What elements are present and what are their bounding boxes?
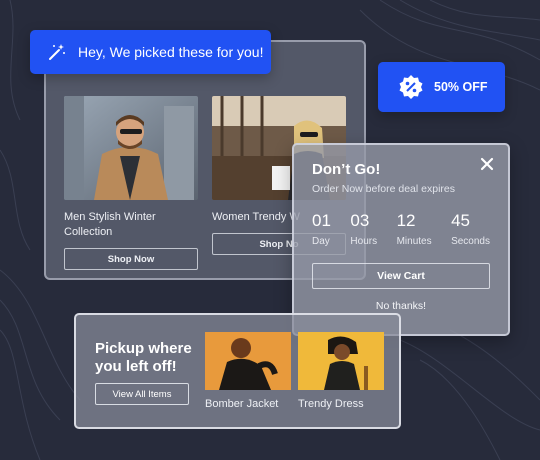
close-icon[interactable] [480, 157, 494, 171]
countdown-hours: 03 Hours [350, 211, 378, 247]
percent-badge-icon [399, 75, 423, 99]
recent-item-photo [298, 332, 384, 390]
popup-title: Don’t Go! [312, 161, 381, 178]
banner-text: Hey, We picked these for you! [78, 44, 264, 60]
shop-now-button[interactable]: Shop Now [64, 248, 198, 270]
exit-intent-popup: Don’t Go! Order Now before deal expires … [292, 143, 510, 336]
recommendation-banner: Hey, We picked these for you! [30, 30, 271, 74]
discount-badge[interactable]: 50% OFF [378, 62, 505, 112]
product-photo-men [64, 96, 198, 200]
view-cart-button[interactable]: View Cart [312, 263, 490, 289]
product-name: Men Stylish Winter Collection [64, 211, 156, 238]
no-thanks-link[interactable]: No thanks! [312, 300, 490, 312]
countdown-timer: 01 Day 03 Hours 12 Minutes 45 Seconds [312, 211, 490, 247]
discount-text: 50% OFF [434, 80, 488, 94]
recent-item-label: Bomber Jacket [205, 398, 279, 410]
pickup-heading: Pickup where you left off! [95, 340, 192, 375]
recent-item-card[interactable]: Bomber Jacket [205, 332, 291, 410]
recent-item-card[interactable]: Trendy Dress [298, 332, 384, 410]
view-all-items-button[interactable]: View All Items [95, 383, 189, 405]
popup-subtitle: Order Now before deal expires [312, 183, 455, 195]
recent-item-photo [205, 332, 291, 390]
recent-item-label: Trendy Dress [298, 398, 364, 410]
product-card[interactable]: Men Stylish Winter Collection Shop Now [64, 96, 198, 270]
countdown-minutes: 12 Minutes [396, 211, 432, 247]
countdown-seconds: 45 Seconds [451, 211, 490, 247]
recently-viewed-panel: Pickup where you left off! View All Item… [74, 313, 401, 429]
countdown-days: 01 Day [312, 211, 331, 247]
magic-wand-icon [49, 44, 65, 60]
